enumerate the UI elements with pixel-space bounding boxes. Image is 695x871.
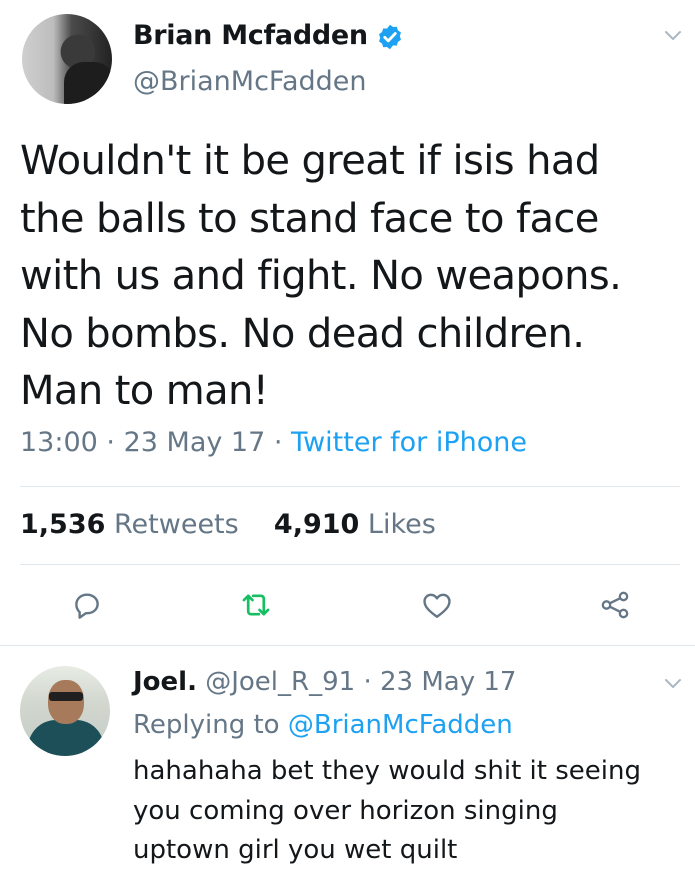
reply-text-line: uptown girl you wet quilt — [133, 835, 458, 865]
tweet-date: 23 May 17 — [123, 427, 266, 458]
reply-icon[interactable] — [70, 588, 104, 622]
meta-separator: · — [106, 427, 124, 458]
reply-author-name[interactable]: Joel. — [133, 667, 197, 697]
tweet-source-link[interactable]: Twitter for iPhone — [291, 427, 527, 458]
replying-to: Replying to @BrianMcFadden — [133, 710, 513, 740]
chevron-down-icon[interactable] — [663, 676, 683, 690]
reply-text: hahahaha bet they would shit it seeing y… — [133, 752, 641, 871]
retweets-count: 1,536 — [20, 509, 106, 540]
tweet-stats: 1,536 Retweets 4,910 Likes — [20, 509, 436, 540]
reply-date: 23 May 17 — [379, 667, 517, 697]
author-name[interactable]: Brian Mcfadden — [133, 20, 368, 51]
tweet-text-line: Wouldn't it be great if isis had — [20, 138, 600, 184]
divider — [20, 486, 680, 487]
retweets-stat[interactable]: 1,536 Retweets — [20, 509, 239, 540]
chevron-down-icon[interactable] — [663, 28, 683, 42]
retweet-icon[interactable] — [239, 588, 273, 622]
divider — [20, 564, 680, 565]
avatar-figure — [49, 692, 83, 701]
author-handle[interactable]: @BrianMcFadden — [133, 66, 367, 97]
likes-stat[interactable]: 4,910 Likes — [274, 509, 436, 540]
share-icon[interactable] — [598, 588, 632, 622]
avatar-figure — [28, 720, 104, 756]
tweet-meta: 13:00 · 23 May 17 · Twitter for iPhone — [20, 427, 527, 458]
likes-label: Likes — [367, 509, 436, 540]
reply-avatar[interactable] — [20, 666, 110, 756]
tweet-text-line: the balls to stand face to face — [20, 195, 599, 242]
heart-icon[interactable] — [420, 588, 454, 622]
verified-badge-icon — [379, 24, 401, 50]
reply-text-line: you coming over horizon singing — [133, 795, 558, 826]
tweet-text: Wouldn't it be great if isis had the bal… — [20, 133, 680, 421]
replying-prefix: Replying to — [133, 710, 280, 740]
tweet-time: 13:00 — [20, 427, 98, 458]
tweet-text-line: Man to man! — [20, 368, 269, 414]
author-avatar[interactable] — [22, 14, 112, 104]
avatar-figure — [48, 680, 84, 724]
section-divider — [0, 645, 695, 646]
reply-author-handle[interactable]: @Joel_R_91 — [205, 667, 355, 697]
reply-text-line: hahahaha bet they would shit it seeing — [133, 756, 641, 786]
meta-separator: · — [363, 667, 380, 697]
likes-count: 4,910 — [273, 509, 360, 540]
replying-mention-link[interactable]: @BrianMcFadden — [288, 710, 513, 740]
tweet-text-line: No bombs. No dead children. — [20, 310, 585, 357]
tweet-text-line: with us and fight. No weapons. — [20, 253, 622, 299]
retweets-label: Retweets — [114, 509, 239, 540]
avatar-figure — [64, 62, 112, 104]
reply-header: Joel. @Joel_R_91 · 23 May 17 — [133, 667, 516, 697]
meta-separator: · — [273, 427, 292, 458]
